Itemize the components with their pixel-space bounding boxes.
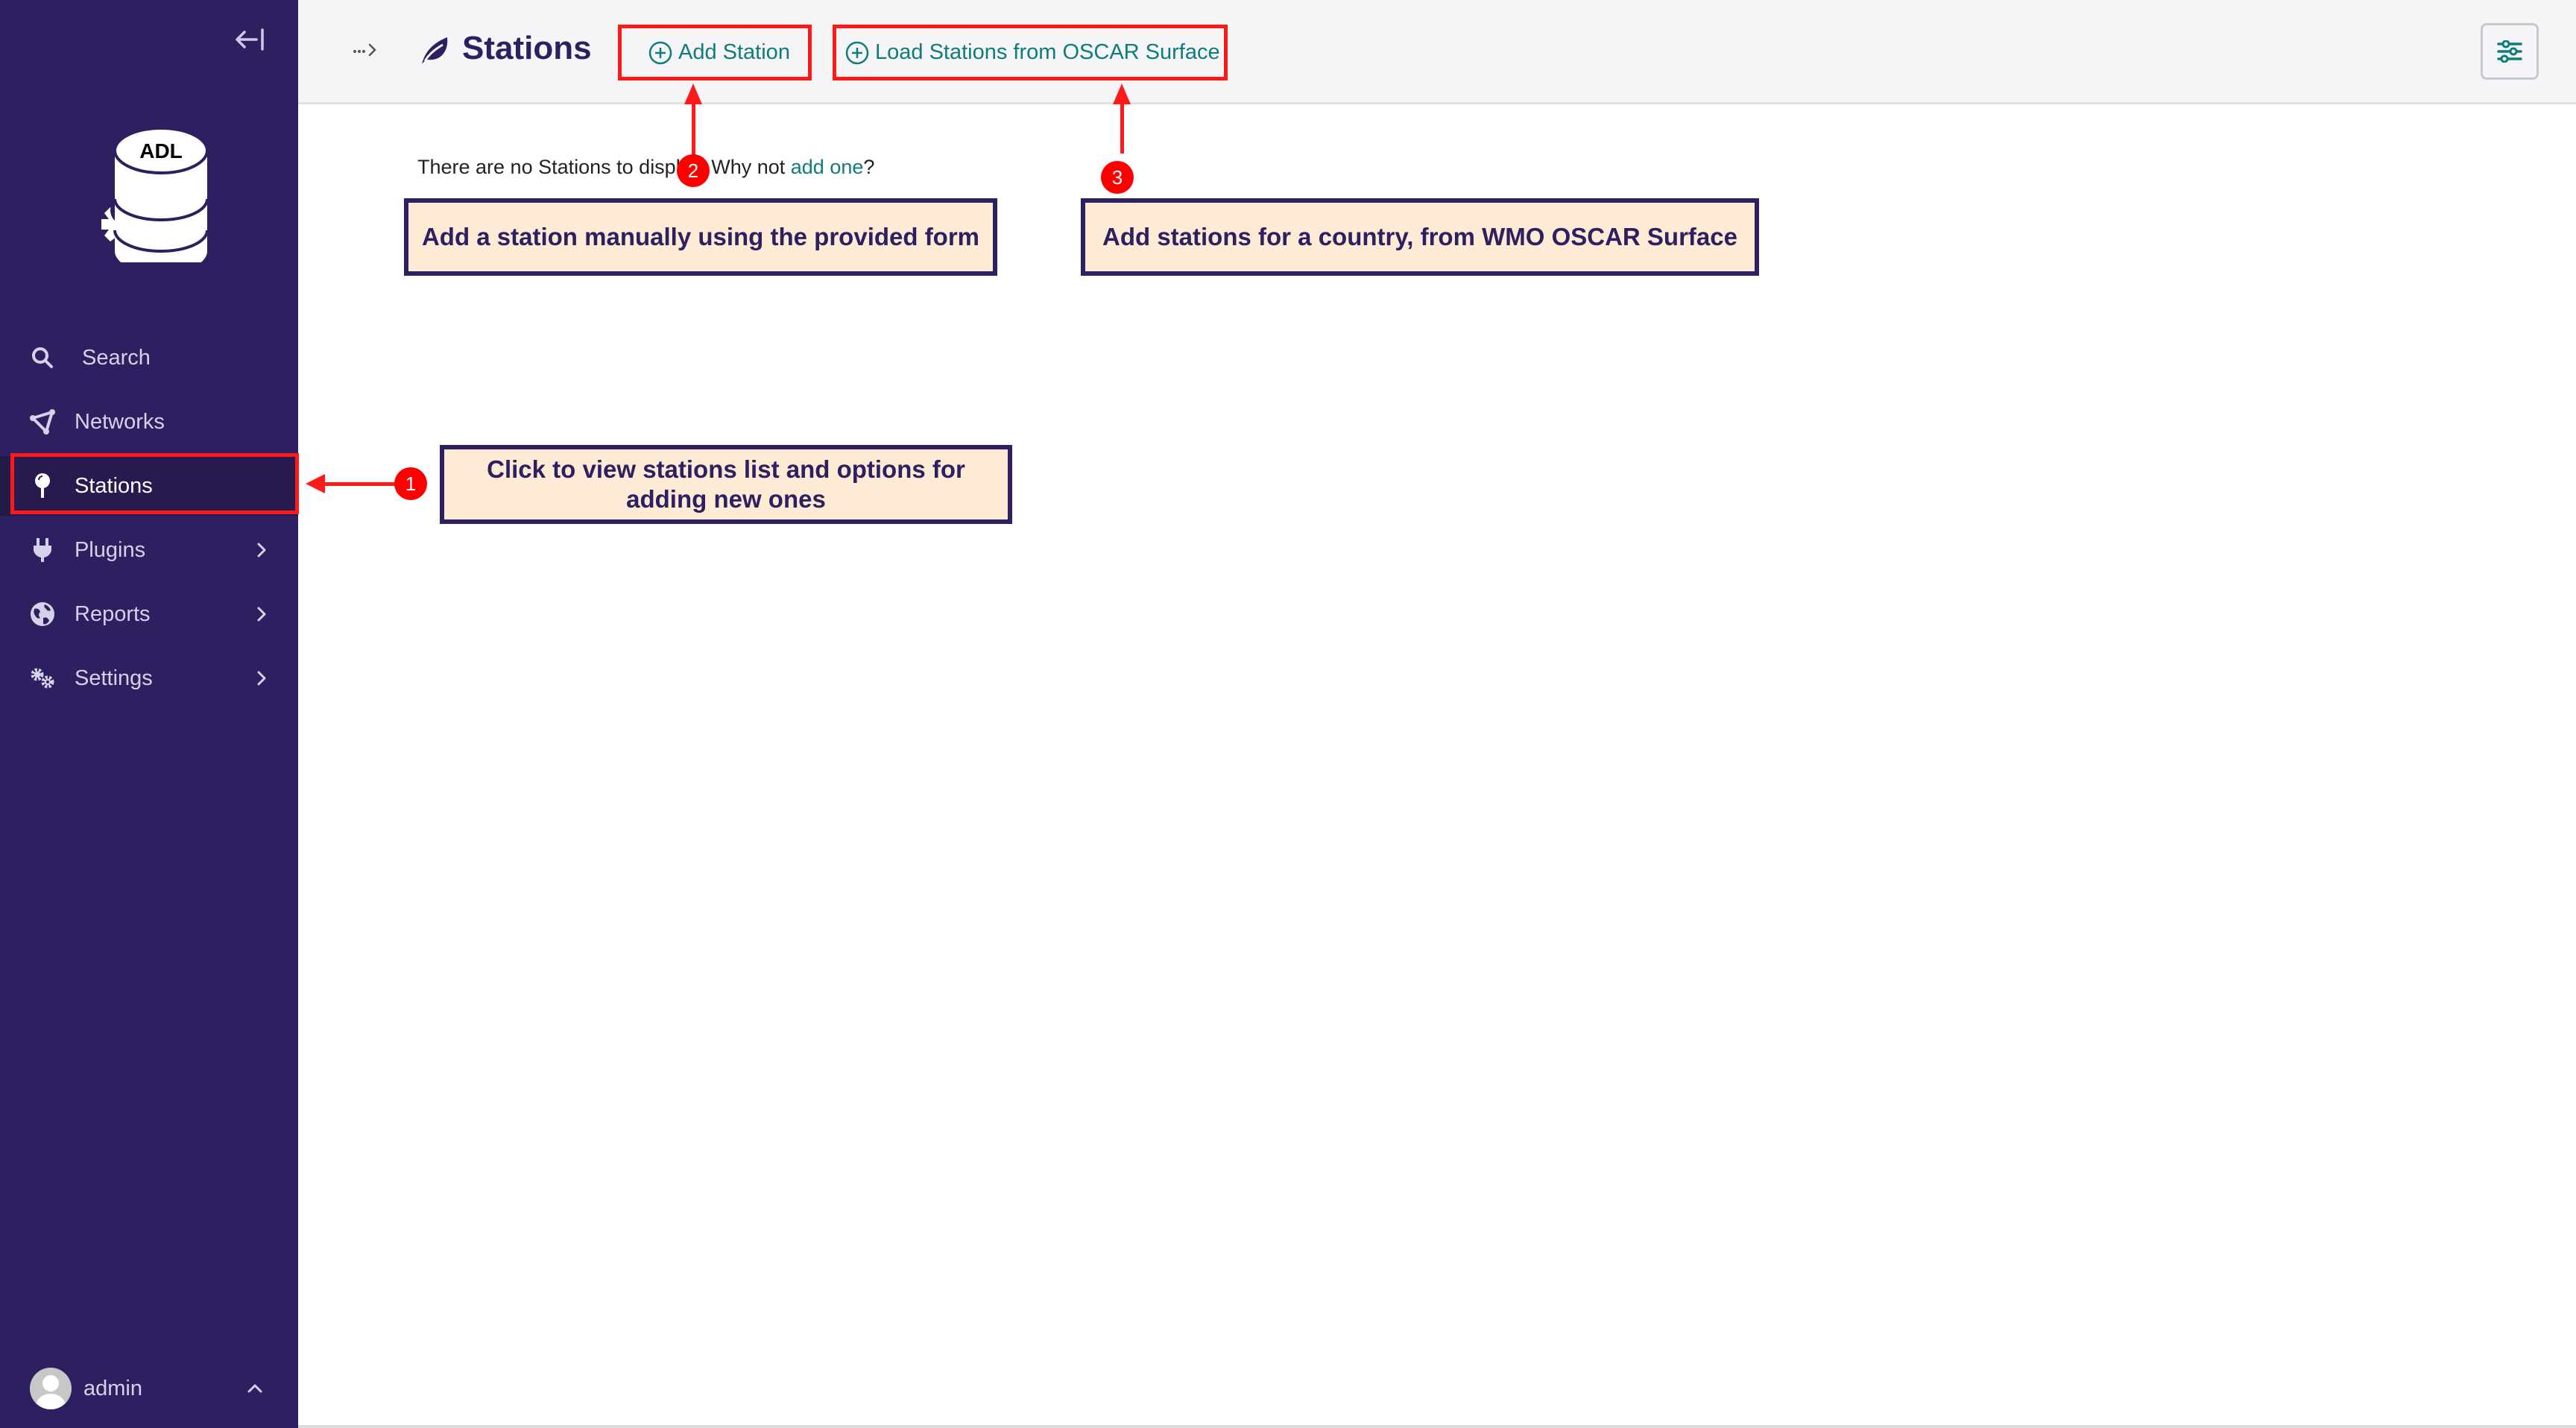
network-icon — [28, 408, 57, 436]
add-one-link[interactable]: add one — [791, 156, 864, 178]
logo-text: ADL — [139, 139, 183, 162]
bottom-border — [298, 1425, 2576, 1428]
sidebar-item-settings[interactable]: Settings — [0, 648, 298, 708]
plus-circle-icon — [845, 41, 869, 64]
plus-circle-icon — [648, 41, 672, 64]
chevron-right-icon — [257, 543, 266, 557]
annotation-arrowhead-1 — [306, 474, 325, 493]
annotation-arrow-3 — [1120, 103, 1124, 154]
sidebar-item-label: Settings — [75, 666, 153, 690]
chevron-right-icon — [257, 671, 266, 686]
sidebar-item-label: Stations — [75, 473, 153, 498]
user-name: admin — [83, 1376, 142, 1400]
sidebar-item-label: Search — [82, 345, 151, 370]
chevron-right-icon — [257, 607, 266, 622]
sidebar-item-stations[interactable]: Stations — [0, 456, 298, 516]
annotation-arrowhead-2 — [684, 83, 702, 104]
chevron-up-icon — [247, 1384, 262, 1393]
annotation-callout-1: Click to view stations list and options … — [440, 445, 1012, 524]
plug-icon — [28, 536, 57, 564]
sidebar-item-plugins[interactable]: Plugins — [0, 520, 298, 580]
collapse-sidebar-button[interactable] — [233, 25, 267, 54]
annotation-callout-2: Add a station manually using the provide… — [404, 198, 997, 276]
app-logo: ADL — [82, 127, 216, 274]
annotation-callout-3: Add stations for a country, from WMO OSC… — [1081, 198, 1759, 276]
annotation-badge-3: 3 — [1101, 161, 1134, 194]
sidebar-item-label: Plugins — [75, 537, 146, 562]
page-settings-button[interactable] — [2481, 23, 2539, 80]
avatar-icon — [30, 1368, 72, 1409]
annotation-arrow-2 — [692, 103, 695, 157]
sidebar-item-label: Networks — [75, 409, 165, 434]
sidebar-item-search[interactable]: Search — [0, 328, 298, 388]
app-root: ADL Search Networks Stations Plugins Rep… — [0, 0, 2576, 1428]
annotation-arrowhead-3 — [1113, 83, 1131, 104]
collapse-left-icon — [236, 28, 264, 51]
sidebar-item-reports[interactable]: Reports — [0, 584, 298, 644]
user-menu[interactable]: admin — [0, 1364, 298, 1413]
globe-icon — [28, 600, 57, 628]
load-oscar-stations-label: Load Stations from OSCAR Surface — [875, 40, 1220, 64]
breadcrumb-ellipsis-icon — [353, 43, 376, 57]
page-title: Stations — [462, 30, 592, 66]
gears-icon — [28, 664, 57, 692]
add-station-button[interactable]: Add Station — [618, 25, 812, 80]
breadcrumb[interactable] — [352, 39, 382, 61]
empty-state-suffix: ? — [863, 156, 875, 178]
load-oscar-stations-button[interactable]: Load Stations from OSCAR Surface — [833, 25, 1228, 80]
search-icon — [28, 344, 57, 372]
page-header: Stations Add Station Load Stations from … — [298, 0, 2576, 104]
empty-state-text: There are no Stations to display. Why no… — [417, 156, 791, 178]
database-gear-icon: ADL — [101, 127, 209, 274]
add-station-label: Add Station — [678, 40, 790, 64]
sliders-icon — [2497, 40, 2522, 63]
sidebar: ADL Search Networks Stations Plugins Rep… — [0, 0, 298, 1428]
leaf-icon — [422, 37, 448, 64]
pin-icon — [28, 472, 57, 500]
sidebar-item-label: Reports — [75, 601, 151, 626]
empty-state-message: There are no Stations to display. Why no… — [417, 156, 874, 179]
sidebar-item-networks[interactable]: Networks — [0, 392, 298, 452]
annotation-badge-2: 2 — [677, 154, 710, 187]
annotation-badge-1: 1 — [394, 467, 427, 500]
annotation-arrow-1 — [322, 482, 395, 486]
